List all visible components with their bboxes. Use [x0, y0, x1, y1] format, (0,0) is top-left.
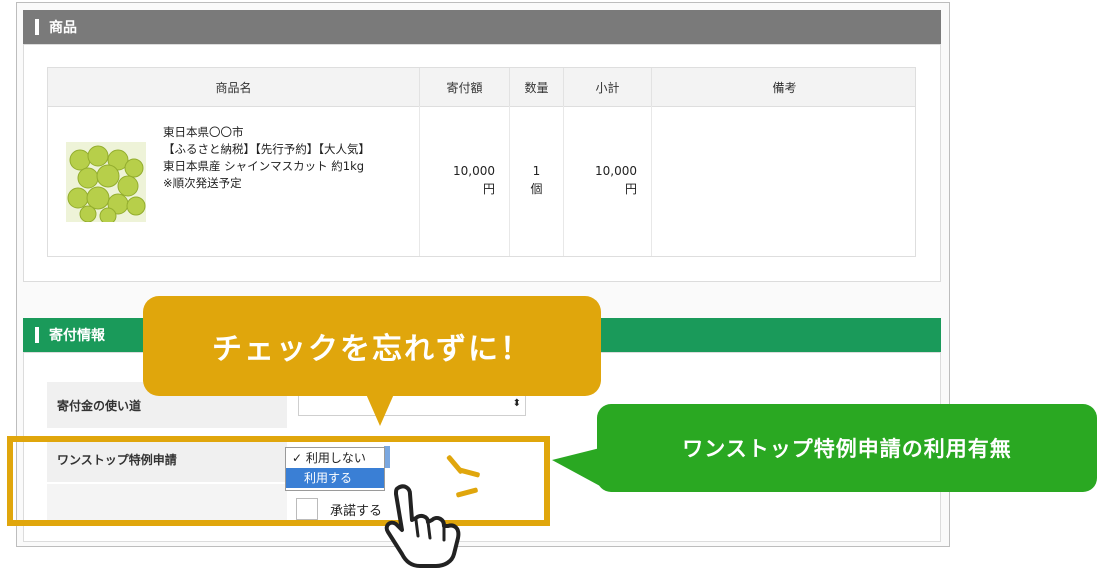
- cell-subtotal: 10,000 円: [564, 106, 652, 256]
- section-title-product: 商品: [49, 20, 77, 36]
- header-subtotal: 小計: [564, 68, 652, 106]
- callout-onestop: ワンストップ特例申請の利用有無: [597, 404, 1097, 492]
- subtotal-unit: 円: [624, 182, 637, 196]
- pointing-hand-icon: [384, 484, 461, 568]
- desc-line-3: 東日本県産 シャインマスカット 約1kg: [163, 159, 365, 173]
- callout-onestop-tail: [552, 448, 600, 486]
- desc-line-2: 【ふるさと納税】【先行予約】【大人気】: [163, 142, 370, 156]
- section-header-product: 商品: [23, 10, 941, 44]
- cell-product: 東日本県〇〇市 【ふるさと納税】【先行予約】【大人気】 東日本県産 シャインマス…: [48, 106, 420, 256]
- subtotal-value: 10,000: [595, 164, 637, 178]
- amount-value: 10,000: [453, 164, 495, 178]
- desc-line-4: ※順次発送予定: [163, 176, 242, 190]
- product-description: 東日本県〇〇市 【ふるさと納税】【先行予約】【大人気】 東日本県産 シャインマス…: [163, 124, 370, 192]
- amount-unit: 円: [482, 182, 495, 196]
- desc-line-1: 東日本県〇〇市: [163, 125, 244, 139]
- cell-note: [652, 106, 917, 256]
- cell-amount: 10,000 円: [420, 106, 510, 256]
- header-product-name: 商品名: [48, 68, 420, 106]
- product-table: 商品名 寄付額 数量 小計 備考 東日本県〇〇市 【ふるさと納税】【先行予約】【…: [47, 67, 916, 257]
- callout-reminder: チェックを忘れずに！: [143, 296, 601, 396]
- qty-value: 1: [532, 164, 541, 178]
- header-quantity: 数量: [510, 68, 564, 106]
- header-note: 備考: [772, 80, 797, 95]
- callout-reminder-tail: [366, 394, 394, 426]
- grapes-image: [66, 142, 146, 222]
- table-header-row: 商品名 寄付額 数量 小計 備考: [48, 68, 915, 107]
- header-amount: 寄付額: [420, 68, 510, 106]
- section-title-kifu: 寄付情報: [49, 328, 105, 344]
- cell-quantity: 1 個: [510, 106, 564, 256]
- qty-unit: 個: [530, 182, 543, 196]
